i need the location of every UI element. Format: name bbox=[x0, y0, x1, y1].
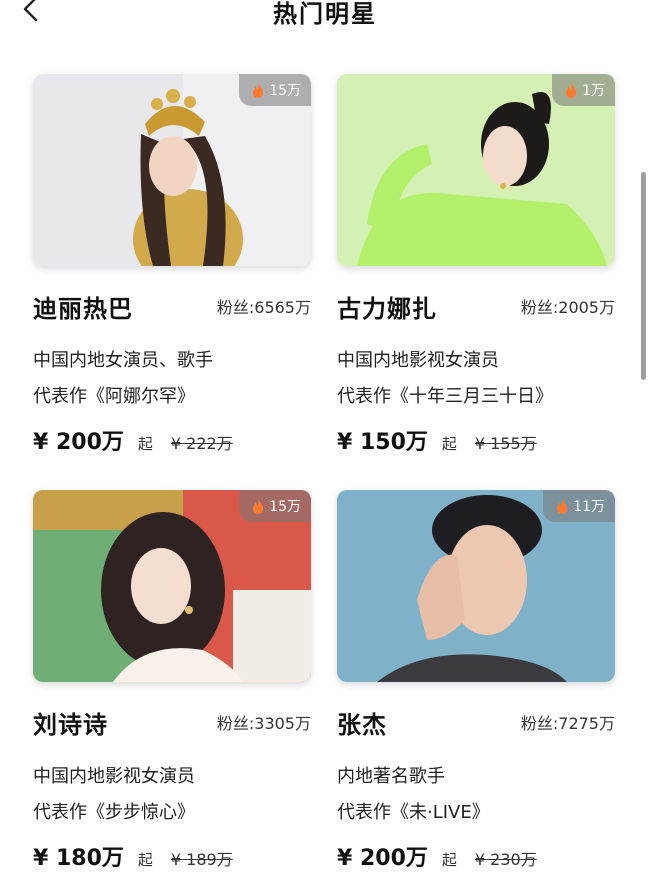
star-name[interactable]: 张杰 bbox=[337, 705, 387, 740]
star-description: 中国内地女演员、歌手 bbox=[33, 350, 213, 371]
star-photo[interactable]: 15万 bbox=[33, 490, 311, 682]
price: ¥ 200万 bbox=[337, 846, 428, 871]
heat-count: 15万 bbox=[269, 83, 301, 99]
star-info-row: 迪丽热巴 粉丝:6565万 bbox=[33, 288, 311, 324]
heat-badge: 15万 bbox=[239, 490, 311, 522]
flame-icon bbox=[564, 81, 578, 99]
star-description: 中国内地影视女演员 bbox=[337, 350, 499, 371]
price-row: ¥ 150万 起 ¥ 155万 bbox=[337, 424, 537, 456]
fan-count: 粉丝:7275万 bbox=[520, 714, 615, 733]
representative-works: 代表作《未·LIVE》 bbox=[337, 802, 490, 823]
star-name[interactable]: 刘诗诗 bbox=[33, 705, 108, 740]
flame-icon bbox=[555, 497, 569, 515]
heat-count: 15万 bbox=[269, 499, 301, 515]
star-card[interactable]: 1万 古力娜扎 粉丝:2005万 中国内地影视女演员 代表作《十年三月三十日》 … bbox=[337, 74, 615, 455]
representative-works: 代表作《十年三月三十日》 bbox=[337, 386, 553, 407]
heat-count: 1万 bbox=[582, 83, 605, 99]
star-info-row: 张杰 粉丝:7275万 bbox=[337, 704, 615, 740]
original-price: ¥ 189万 bbox=[170, 850, 233, 869]
star-name[interactable]: 古力娜扎 bbox=[337, 289, 437, 324]
heat-count: 11万 bbox=[573, 499, 605, 515]
star-card[interactable]: 15万 刘诗诗 粉丝:3305万 中国内地影视女演员 代表作《步步惊心》 ¥ 1… bbox=[33, 490, 311, 871]
star-info-row: 刘诗诗 粉丝:3305万 bbox=[33, 704, 311, 740]
price-from-label: 起 bbox=[441, 435, 457, 453]
star-photo[interactable]: 1万 bbox=[337, 74, 615, 266]
price-row: ¥ 200万 起 ¥ 230万 bbox=[337, 840, 537, 872]
price-from-label: 起 bbox=[137, 851, 153, 869]
flame-icon bbox=[251, 81, 265, 99]
page-title: 热门明星 bbox=[273, 0, 377, 28]
price: ¥ 180万 bbox=[33, 846, 124, 871]
star-name[interactable]: 迪丽热巴 bbox=[33, 289, 133, 324]
representative-works: 代表作《阿娜尔罕》 bbox=[33, 386, 195, 407]
price-from-label: 起 bbox=[441, 851, 457, 869]
heat-badge: 1万 bbox=[552, 74, 615, 106]
fan-count: 粉丝:6565万 bbox=[216, 298, 311, 317]
fan-count: 粉丝:3305万 bbox=[216, 714, 311, 733]
representative-works: 代表作《步步惊心》 bbox=[33, 802, 195, 823]
fan-count: 粉丝:2005万 bbox=[520, 298, 615, 317]
heat-badge: 11万 bbox=[543, 490, 615, 522]
star-photo[interactable]: 11万 bbox=[337, 490, 615, 682]
original-price: ¥ 222万 bbox=[170, 434, 233, 453]
star-grid: 15万 迪丽热巴 粉丝:6565万 中国内地女演员、歌手 代表作《阿娜尔罕》 ¥… bbox=[33, 74, 617, 871]
star-info-row: 古力娜扎 粉丝:2005万 bbox=[337, 288, 615, 324]
header-bar: 热门明星 bbox=[0, 0, 650, 36]
scrollbar[interactable] bbox=[641, 172, 646, 380]
original-price: ¥ 155万 bbox=[474, 434, 537, 453]
star-card[interactable]: 15万 迪丽热巴 粉丝:6565万 中国内地女演员、歌手 代表作《阿娜尔罕》 ¥… bbox=[33, 74, 311, 455]
star-description: 内地著名歌手 bbox=[337, 766, 445, 787]
star-description: 中国内地影视女演员 bbox=[33, 766, 195, 787]
price-row: ¥ 200万 起 ¥ 222万 bbox=[33, 424, 233, 456]
price-row: ¥ 180万 起 ¥ 189万 bbox=[33, 840, 233, 872]
original-price: ¥ 230万 bbox=[474, 850, 537, 869]
price: ¥ 150万 bbox=[337, 430, 428, 455]
price-from-label: 起 bbox=[137, 435, 153, 453]
star-card[interactable]: 11万 张杰 粉丝:7275万 内地著名歌手 代表作《未·LIVE》 ¥ 200… bbox=[337, 490, 615, 871]
price: ¥ 200万 bbox=[33, 430, 124, 455]
star-photo[interactable]: 15万 bbox=[33, 74, 311, 266]
heat-badge: 15万 bbox=[239, 74, 311, 106]
flame-icon bbox=[251, 497, 265, 515]
